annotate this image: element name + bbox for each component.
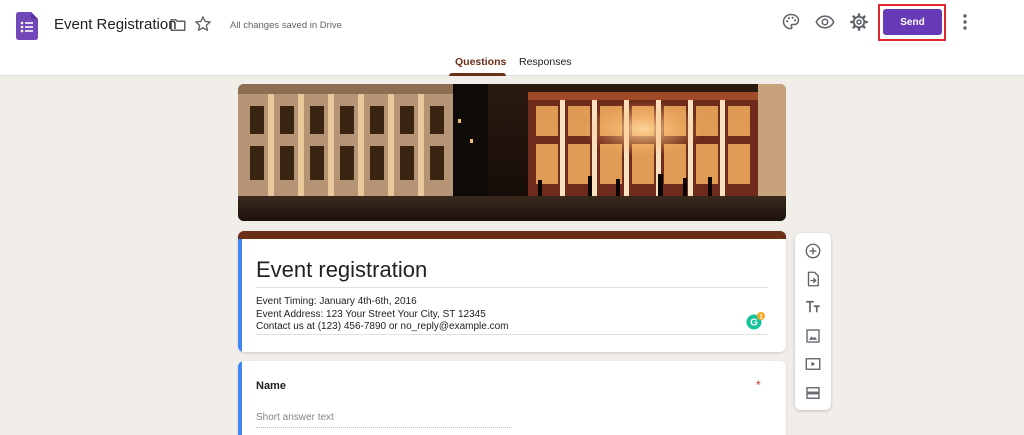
focus-indicator bbox=[238, 361, 242, 435]
document-title[interactable]: Event Registration bbox=[54, 16, 177, 33]
question-card[interactable]: Name * Short answer text bbox=[238, 361, 786, 435]
star-icon[interactable] bbox=[194, 15, 212, 33]
form-description[interactable]: Event Timing: January 4th-6th, 2016 Even… bbox=[256, 296, 509, 334]
title-underline bbox=[256, 287, 768, 288]
more-vert-icon[interactable] bbox=[956, 12, 974, 32]
send-button[interactable]: Send bbox=[883, 9, 942, 35]
forms-logo[interactable] bbox=[16, 12, 38, 40]
description-line: Contact us at (123) 456-7890 or no_reply… bbox=[256, 321, 509, 332]
description-line: Event Timing: January 4th-6th, 2016 bbox=[256, 296, 417, 307]
grammarly-icon[interactable]: G 1 bbox=[745, 312, 767, 330]
description-line: Event Address: 123 Your Street Your City… bbox=[256, 308, 486, 320]
header-banner-image bbox=[238, 84, 786, 221]
short-answer-placeholder: Short answer text bbox=[256, 412, 334, 423]
add-question-icon[interactable] bbox=[804, 242, 822, 260]
save-status: All changes saved in Drive bbox=[230, 20, 342, 31]
short-answer-underline bbox=[256, 427, 512, 428]
description-underline bbox=[256, 334, 768, 335]
palette-icon[interactable] bbox=[781, 12, 801, 32]
svg-text:G: G bbox=[750, 318, 758, 329]
preview-icon[interactable] bbox=[815, 12, 835, 32]
question-title[interactable]: Name bbox=[256, 380, 286, 392]
settings-icon[interactable] bbox=[849, 12, 869, 32]
form-title-card[interactable]: Event registration Event Timing: January… bbox=[238, 231, 786, 352]
add-section-icon[interactable] bbox=[804, 384, 822, 402]
form-title[interactable]: Event registration bbox=[256, 257, 427, 283]
theme-color-bar bbox=[238, 231, 786, 239]
import-questions-icon[interactable] bbox=[804, 270, 822, 288]
add-title-icon[interactable] bbox=[804, 298, 822, 316]
tab-responses[interactable]: Responses bbox=[519, 56, 572, 68]
add-image-icon[interactable] bbox=[804, 327, 822, 345]
tab-questions[interactable]: Questions bbox=[455, 56, 506, 68]
top-app-bar: Event Registration All changes saved in … bbox=[0, 0, 1024, 76]
add-item-toolbar bbox=[795, 233, 831, 410]
focus-indicator bbox=[238, 239, 242, 352]
active-tab-indicator bbox=[449, 73, 506, 76]
required-indicator: * bbox=[756, 378, 761, 392]
add-video-icon[interactable] bbox=[804, 355, 822, 373]
folder-icon[interactable] bbox=[169, 16, 187, 34]
